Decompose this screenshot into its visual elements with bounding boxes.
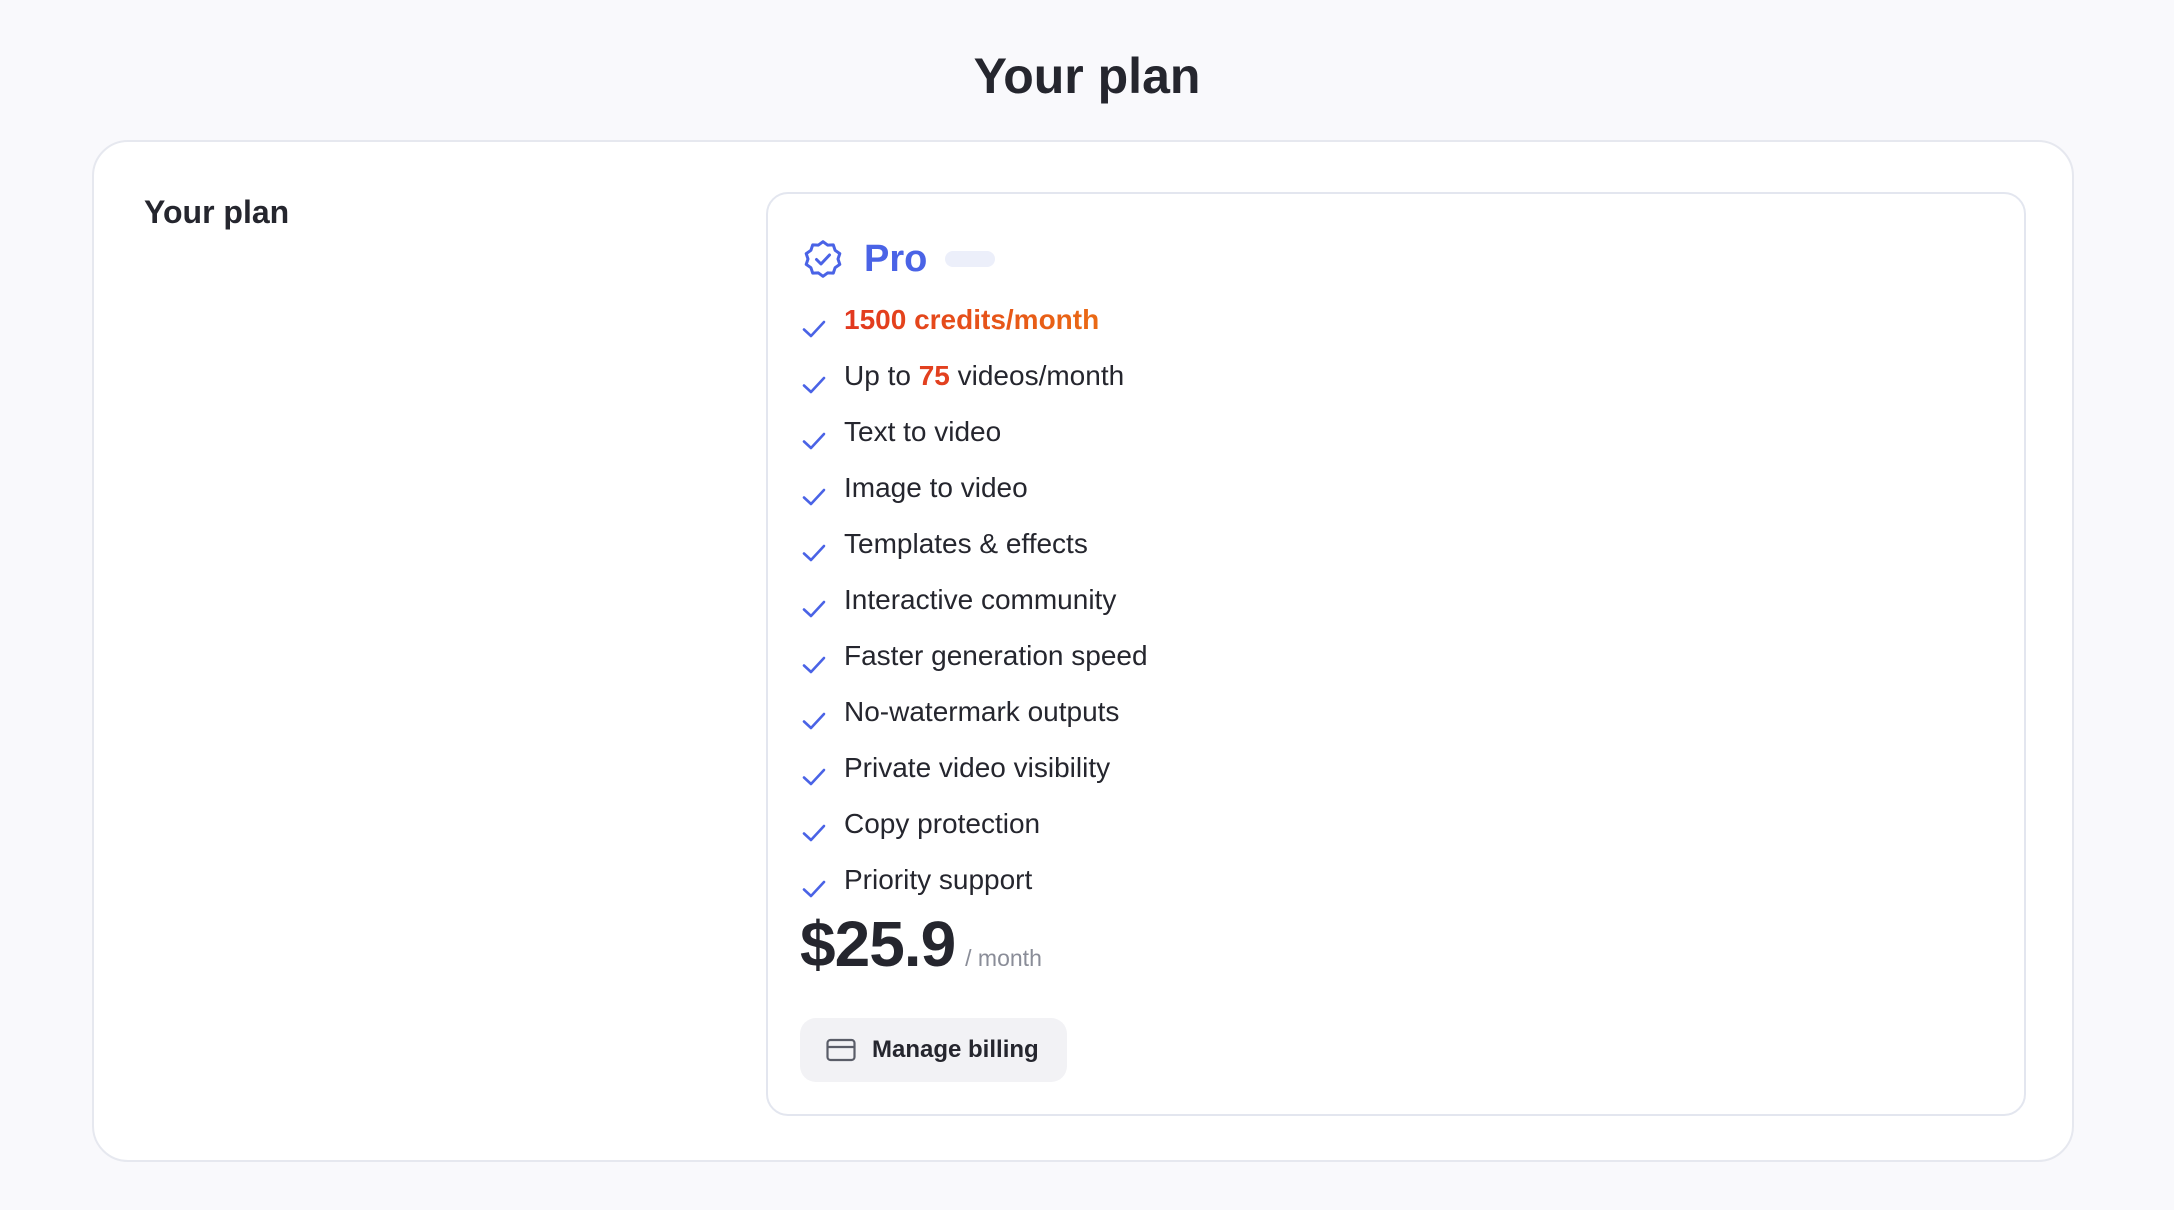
feature-label: Private video visibility: [844, 752, 1111, 783]
feature-label: Faster generation speed: [844, 640, 1148, 671]
check-icon: [800, 418, 828, 450]
feature-item-credits: 1500 credits/month: [800, 292, 1148, 348]
feature-item-text-to-video: Text to video: [800, 404, 1148, 460]
feature-label: Interactive community: [844, 584, 1117, 615]
price-row: $25.9 / month: [800, 904, 1042, 984]
plan-status-pill: [945, 251, 996, 267]
manage-billing-label: Manage billing: [872, 1036, 1039, 1063]
feature-label: No-watermark outputs: [844, 696, 1120, 727]
check-icon: [800, 642, 828, 674]
feature-label: Copy protection: [844, 808, 1041, 839]
feature-label: Image to video: [844, 472, 1028, 503]
plan-price: $25.9: [800, 908, 956, 980]
feature-credits-label: 1500 credits/month: [844, 292, 1099, 348]
feature-item-speed: Faster generation speed: [800, 628, 1148, 684]
feature-item-templates: Templates & effects: [800, 516, 1148, 572]
check-icon: [800, 586, 828, 618]
verified-badge-icon: [800, 236, 846, 282]
manage-billing-button[interactable]: Manage billing: [800, 1018, 1067, 1082]
feature-list: 1500 credits/month Up to 75 videos/month…: [800, 292, 1148, 908]
check-icon: [800, 754, 828, 786]
feature-videos-prefix: Up to: [844, 360, 919, 391]
check-icon: [800, 866, 828, 898]
plan-section-card: Your plan Pro 1500 credits/month Up to 7…: [92, 140, 2074, 1162]
check-icon: [800, 362, 828, 394]
feature-item-copy-protection: Copy protection: [800, 796, 1148, 852]
feature-item-priority-support: Priority support: [800, 852, 1148, 908]
feature-label: Templates & effects: [844, 528, 1088, 559]
feature-label: Priority support: [844, 864, 1033, 895]
feature-label: Text to video: [844, 416, 1002, 447]
plan-card: Pro 1500 credits/month Up to 75 videos/m…: [766, 192, 2026, 1116]
feature-item-no-watermark: No-watermark outputs: [800, 684, 1148, 740]
feature-item-image-to-video: Image to video: [800, 460, 1148, 516]
plan-header: Pro: [800, 232, 996, 286]
check-icon: [800, 474, 828, 506]
feature-item-videos: Up to 75 videos/month: [800, 348, 1148, 404]
check-icon: [800, 810, 828, 842]
feature-videos-count: 75: [918, 360, 950, 391]
credit-card-icon: [826, 1038, 856, 1062]
feature-videos-suffix: videos/month: [949, 360, 1125, 391]
billing-period: / month: [965, 945, 1042, 971]
check-icon: [800, 698, 828, 730]
section-label: Your plan: [144, 194, 290, 230]
page-title: Your plan: [973, 48, 1201, 104]
check-icon: [800, 306, 828, 338]
feature-item-private-visibility: Private video visibility: [800, 740, 1148, 796]
feature-item-community: Interactive community: [800, 572, 1148, 628]
check-icon: [800, 530, 828, 562]
plan-name: Pro: [864, 238, 928, 280]
